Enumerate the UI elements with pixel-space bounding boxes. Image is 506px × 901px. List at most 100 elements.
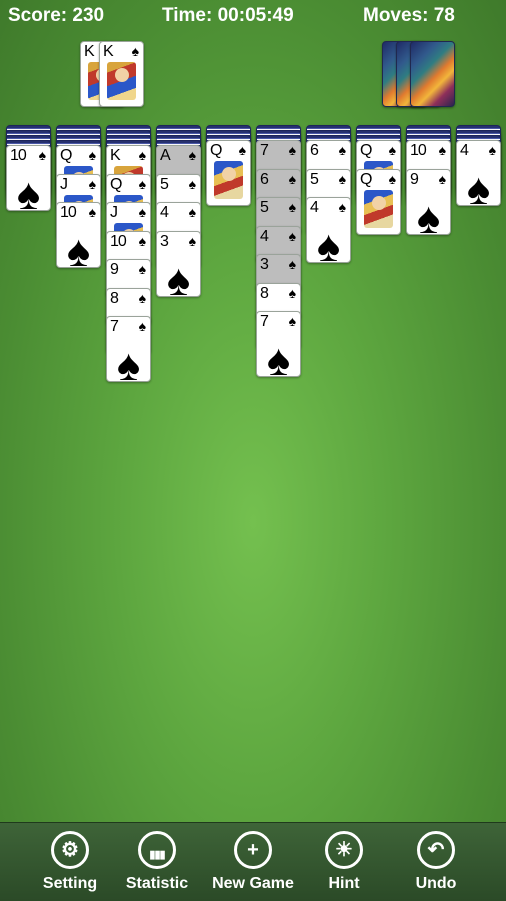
spade-icon: ♠ xyxy=(138,175,146,192)
card-rank: 6 xyxy=(260,170,269,188)
card-rank: 7 xyxy=(260,313,269,330)
card-rank: K xyxy=(84,43,95,60)
large-spade-icon: ♠ xyxy=(266,336,291,377)
card-rank: 10 xyxy=(10,147,27,164)
toolbar-label: Undo xyxy=(415,875,457,892)
statistic-button[interactable]: ▮▮▮ Statistic xyxy=(112,831,202,893)
score-label: Score: 230 xyxy=(8,5,105,26)
card-rank: 5 xyxy=(260,199,269,216)
tableau-card[interactable]: 10 ♠ ♠ xyxy=(56,202,101,268)
spade-icon: ♠ xyxy=(288,256,296,272)
undo-button[interactable]: ↶ Undo xyxy=(391,831,481,893)
spade-icon: ♠ xyxy=(131,43,139,59)
card-rank: 10 xyxy=(60,204,77,221)
card-rank: K xyxy=(103,43,114,60)
tableau-card[interactable]: 9 ♠ ♠ xyxy=(406,168,451,235)
toolbar-label: Statistic xyxy=(125,875,189,892)
plus-icon: + xyxy=(234,831,272,869)
new-game-button[interactable]: + New Game xyxy=(208,831,298,893)
card-rank: Q xyxy=(360,142,372,159)
card-rank: 10 xyxy=(110,232,127,250)
spade-icon: ♠ xyxy=(138,232,146,249)
tableau-card[interactable]: Q ♠ xyxy=(206,140,251,206)
card-rank: 7 xyxy=(110,318,119,335)
spade-icon: ♠ xyxy=(288,199,296,215)
tableau-card[interactable]: 7 ♠ ♠ xyxy=(106,316,151,382)
card-rank: J xyxy=(60,175,68,193)
spade-icon: ♠ xyxy=(438,142,446,158)
spade-icon: ♠ xyxy=(138,289,146,306)
large-spade-icon: ♠ xyxy=(66,227,91,268)
card-rank: 7 xyxy=(260,142,269,159)
tableau-card[interactable]: 3 ♠ ♠ xyxy=(156,230,201,297)
card-rank: Q xyxy=(210,142,222,159)
card-rank: K xyxy=(110,147,121,164)
court-figure-icon xyxy=(214,161,243,199)
card-rank: Q xyxy=(60,147,72,164)
bottom-toolbar: ⚙ Setting ▮▮▮ Statistic + New Game ☀ Hint ↶ Undo xyxy=(0,822,506,901)
undo-arrow-icon-glyph: ↶ xyxy=(427,839,445,861)
large-spade-icon: ♠ xyxy=(116,341,141,382)
card-rank: Q xyxy=(110,175,122,193)
card-rank: 4 xyxy=(160,204,169,221)
spade-icon: ♠ xyxy=(88,175,96,192)
spade-icon: ♠ xyxy=(88,204,96,220)
card-rank: Q xyxy=(360,170,372,188)
tableau-card[interactable]: Q ♠ xyxy=(356,168,401,235)
stock-card[interactable] xyxy=(410,41,455,107)
spade-icon: ♠ xyxy=(288,313,296,329)
large-spade-icon: ♠ xyxy=(166,255,191,297)
card-rank: 4 xyxy=(310,199,319,216)
spade-icon: ♠ xyxy=(38,147,46,163)
spade-icon: ♠ xyxy=(388,170,396,187)
bar-chart-icon-glyph: ▮▮▮ xyxy=(149,849,165,861)
spade-icon: ♠ xyxy=(188,175,196,192)
tableau-card[interactable]: 7 ♠ ♠ xyxy=(256,311,301,377)
lightbulb-icon-glyph: ☀ xyxy=(335,839,353,861)
spade-icon: ♠ xyxy=(488,142,496,158)
court-figure-icon xyxy=(364,189,393,228)
toolbar-label: Hint xyxy=(328,875,360,892)
spade-icon: ♠ xyxy=(188,204,196,220)
plus-icon-glyph: + xyxy=(247,839,259,861)
hint-button[interactable]: ☀ Hint xyxy=(299,831,389,893)
card-rank: 5 xyxy=(160,175,169,193)
spade-icon: ♠ xyxy=(288,284,296,301)
court-figure-icon xyxy=(107,62,136,100)
gear-icon: ⚙ xyxy=(51,831,89,869)
toolbar-label: New Game xyxy=(212,875,294,892)
spade-icon: ♠ xyxy=(438,170,446,187)
spade-icon: ♠ xyxy=(188,232,196,249)
spade-icon: ♠ xyxy=(338,199,346,215)
undo-arrow-icon: ↶ xyxy=(417,831,455,869)
time-label: Time: 00:05:49 xyxy=(162,5,294,26)
card-rank: 9 xyxy=(410,170,419,188)
spade-icon: ♠ xyxy=(88,147,96,163)
spade-icon: ♠ xyxy=(288,227,296,244)
large-spade-icon: ♠ xyxy=(16,170,41,211)
toolbar-label: Setting xyxy=(42,875,98,892)
card-rank: 8 xyxy=(110,289,119,307)
tableau-card[interactable]: 4 ♠ ♠ xyxy=(306,197,351,263)
tableau-card[interactable]: 4 ♠ ♠ xyxy=(456,140,501,206)
spade-icon: ♠ xyxy=(138,204,146,220)
large-spade-icon: ♠ xyxy=(316,222,341,263)
card-rank: 4 xyxy=(260,227,269,245)
large-spade-icon: ♠ xyxy=(466,165,491,206)
spade-icon: ♠ xyxy=(338,142,346,158)
lightbulb-icon: ☀ xyxy=(325,831,363,869)
card-rank: 9 xyxy=(110,261,119,278)
spade-icon: ♠ xyxy=(238,142,246,158)
card-rank: 5 xyxy=(310,170,319,188)
gear-icon-glyph: ⚙ xyxy=(61,839,79,861)
spade-icon: ♠ xyxy=(138,147,146,163)
large-spade-icon: ♠ xyxy=(416,193,441,235)
moves-label: Moves: 78 xyxy=(363,5,455,26)
card-rank: 8 xyxy=(260,284,269,302)
tableau-card[interactable]: 10 ♠ ♠ xyxy=(6,145,51,211)
setting-button[interactable]: ⚙ Setting xyxy=(25,831,115,893)
spade-icon: ♠ xyxy=(138,261,146,277)
spade-icon: ♠ xyxy=(288,142,296,158)
status-bar: Score: 230 Time: 00:05:49 Moves: 78 xyxy=(0,0,506,32)
spade-icon: ♠ xyxy=(388,142,396,158)
